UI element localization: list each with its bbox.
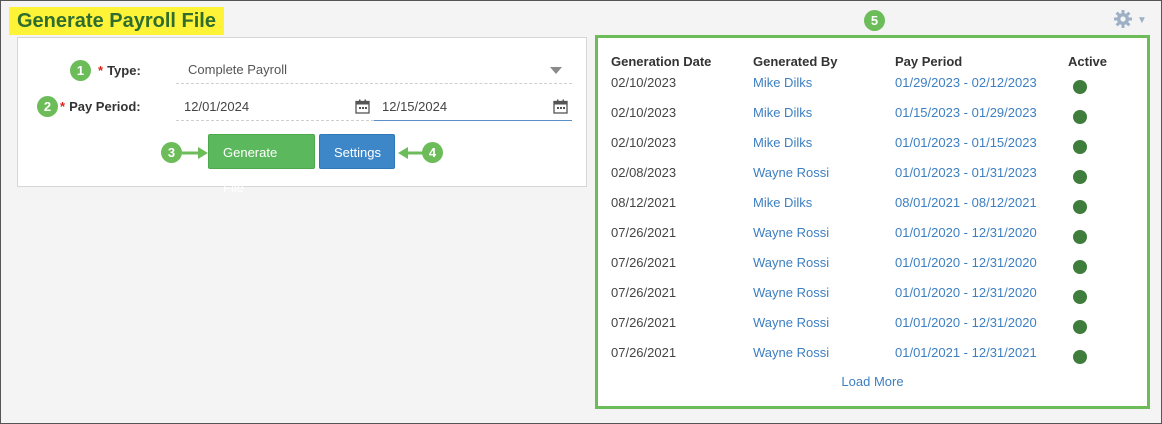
generated-by-link[interactable]: Mike Dilks bbox=[753, 75, 812, 90]
payroll-form-panel: 1 * Type: Complete Payroll 2 * Pay Period:… bbox=[17, 37, 587, 195]
generated-by-link[interactable]: Wayne Rossi bbox=[753, 225, 829, 240]
chevron-down-icon: ▼ bbox=[1137, 15, 1147, 26]
pay-period-link[interactable]: 01/01/2020 - 12/31/2020 bbox=[895, 315, 1037, 330]
callout-badge-4: 4 bbox=[422, 142, 443, 163]
pay-period-link[interactable]: 01/01/2023 - 01/15/2023 bbox=[895, 135, 1037, 150]
pay-period-link[interactable]: 08/01/2021 - 08/12/2021 bbox=[895, 195, 1037, 210]
callout-badge-1: 1 bbox=[70, 60, 91, 81]
active-status-dot bbox=[1073, 230, 1087, 244]
pay-period-label: * Pay Period: bbox=[60, 99, 141, 114]
active-status-dot bbox=[1073, 260, 1087, 274]
generate-file-button[interactable]: Generate File bbox=[208, 134, 315, 195]
generated-by-link[interactable]: Wayne Rossi bbox=[753, 285, 829, 300]
active-status-dot bbox=[1073, 200, 1087, 214]
generated-by-link[interactable]: Wayne Rossi bbox=[753, 165, 829, 180]
active-status-dot bbox=[1073, 290, 1087, 304]
active-status-dot bbox=[1073, 80, 1087, 94]
type-select[interactable]: Complete Payroll bbox=[176, 56, 572, 84]
column-header-active: Active bbox=[1068, 54, 1108, 69]
type-label-text: Type: bbox=[107, 63, 141, 78]
required-marker: * bbox=[60, 99, 66, 114]
generation-date: 08/12/2021 bbox=[611, 195, 677, 210]
table-row: 02/10/2023 Mike Dilks 01/01/2023 - 01/15… bbox=[598, 135, 1147, 165]
column-header-pay-period: Pay Period bbox=[895, 54, 963, 69]
arrow-right-icon bbox=[182, 147, 208, 159]
generated-by-link[interactable]: Mike Dilks bbox=[753, 135, 812, 150]
generated-by-link[interactable]: Mike Dilks bbox=[753, 195, 812, 210]
calendar-icon[interactable] bbox=[553, 99, 568, 117]
gear-icon bbox=[1113, 9, 1133, 34]
type-select-value: Complete Payroll bbox=[188, 62, 287, 77]
generation-date: 07/26/2021 bbox=[611, 315, 677, 330]
callout-badge-3: 3 bbox=[161, 142, 182, 163]
active-status-dot bbox=[1073, 170, 1087, 184]
dropdown-arrow-icon bbox=[550, 67, 562, 74]
pay-period-label-text: Pay Period: bbox=[69, 99, 141, 114]
generation-date: 02/10/2023 bbox=[611, 75, 677, 90]
pay-period-link[interactable]: 01/01/2023 - 01/31/2023 bbox=[895, 165, 1037, 180]
table-row: 07/26/2021 Wayne Rossi 01/01/2020 - 12/3… bbox=[598, 285, 1147, 315]
arrow-left-icon bbox=[398, 147, 424, 159]
generated-by-link[interactable]: Wayne Rossi bbox=[753, 255, 829, 270]
table-row: 02/10/2023 Mike Dilks 01/15/2023 - 01/29… bbox=[598, 105, 1147, 135]
settings-menu[interactable]: ▼ bbox=[1113, 9, 1149, 34]
calendar-icon[interactable] bbox=[355, 99, 370, 117]
generation-date: 02/10/2023 bbox=[611, 105, 677, 120]
generation-date: 07/26/2021 bbox=[611, 225, 677, 240]
page-frame: Generate Payroll File ▼ 1 * Type: Comple… bbox=[0, 0, 1162, 424]
load-more-link[interactable]: Load More bbox=[598, 374, 1147, 389]
table-row: 07/26/2021 Wayne Rossi 01/01/2020 - 12/3… bbox=[598, 225, 1147, 255]
type-label: * Type: bbox=[98, 63, 141, 78]
start-date-value: 12/01/2024 bbox=[184, 99, 250, 114]
generated-by-link[interactable]: Wayne Rossi bbox=[753, 345, 829, 360]
table-row: 07/26/2021 Wayne Rossi 01/01/2021 - 12/3… bbox=[598, 345, 1147, 375]
pay-period-link[interactable]: 01/01/2021 - 12/31/2021 bbox=[895, 345, 1037, 360]
active-status-dot bbox=[1073, 320, 1087, 334]
generation-history-table: Generation Date Generated By Pay Period … bbox=[595, 35, 1150, 409]
generated-by-link[interactable]: Wayne Rossi bbox=[753, 315, 829, 330]
table-row: 08/12/2021 Mike Dilks 08/01/2021 - 08/12… bbox=[598, 195, 1147, 225]
pay-period-link[interactable]: 01/29/2023 - 02/12/2023 bbox=[895, 75, 1037, 90]
active-status-dot bbox=[1073, 350, 1087, 364]
pay-period-link[interactable]: 01/01/2020 - 12/31/2020 bbox=[895, 285, 1037, 300]
generated-by-link[interactable]: Mike Dilks bbox=[753, 105, 812, 120]
generation-date: 07/26/2021 bbox=[611, 255, 677, 270]
start-date-input[interactable]: 12/01/2024 bbox=[176, 93, 374, 121]
active-status-dot bbox=[1073, 110, 1087, 124]
column-header-generation-date: Generation Date bbox=[611, 54, 712, 69]
pay-period-link[interactable]: 01/01/2020 - 12/31/2020 bbox=[895, 255, 1037, 270]
page-title: Generate Payroll File bbox=[9, 7, 224, 35]
required-marker: * bbox=[98, 63, 104, 78]
table-row: 02/10/2023 Mike Dilks 01/29/2023 - 02/12… bbox=[598, 75, 1147, 105]
table-row: 02/08/2023 Wayne Rossi 01/01/2023 - 01/3… bbox=[598, 165, 1147, 195]
generation-date: 02/10/2023 bbox=[611, 135, 677, 150]
generation-date: 02/08/2023 bbox=[611, 165, 677, 180]
callout-badge-5: 5 bbox=[864, 10, 885, 31]
generation-date: 07/26/2021 bbox=[611, 345, 677, 360]
active-status-dot bbox=[1073, 140, 1087, 154]
column-header-generated-by: Generated By bbox=[753, 54, 838, 69]
settings-button[interactable]: Settings bbox=[319, 134, 395, 169]
callout-badge-2: 2 bbox=[37, 96, 58, 117]
end-date-value: 12/15/2024 bbox=[382, 99, 448, 114]
table-row: 07/26/2021 Wayne Rossi 01/01/2020 - 12/3… bbox=[598, 315, 1147, 345]
generation-date: 07/26/2021 bbox=[611, 285, 677, 300]
pay-period-link[interactable]: 01/01/2020 - 12/31/2020 bbox=[895, 225, 1037, 240]
end-date-input[interactable]: 12/15/2024 bbox=[374, 93, 572, 121]
pay-period-link[interactable]: 01/15/2023 - 01/29/2023 bbox=[895, 105, 1037, 120]
table-row: 07/26/2021 Wayne Rossi 01/01/2020 - 12/3… bbox=[598, 255, 1147, 285]
